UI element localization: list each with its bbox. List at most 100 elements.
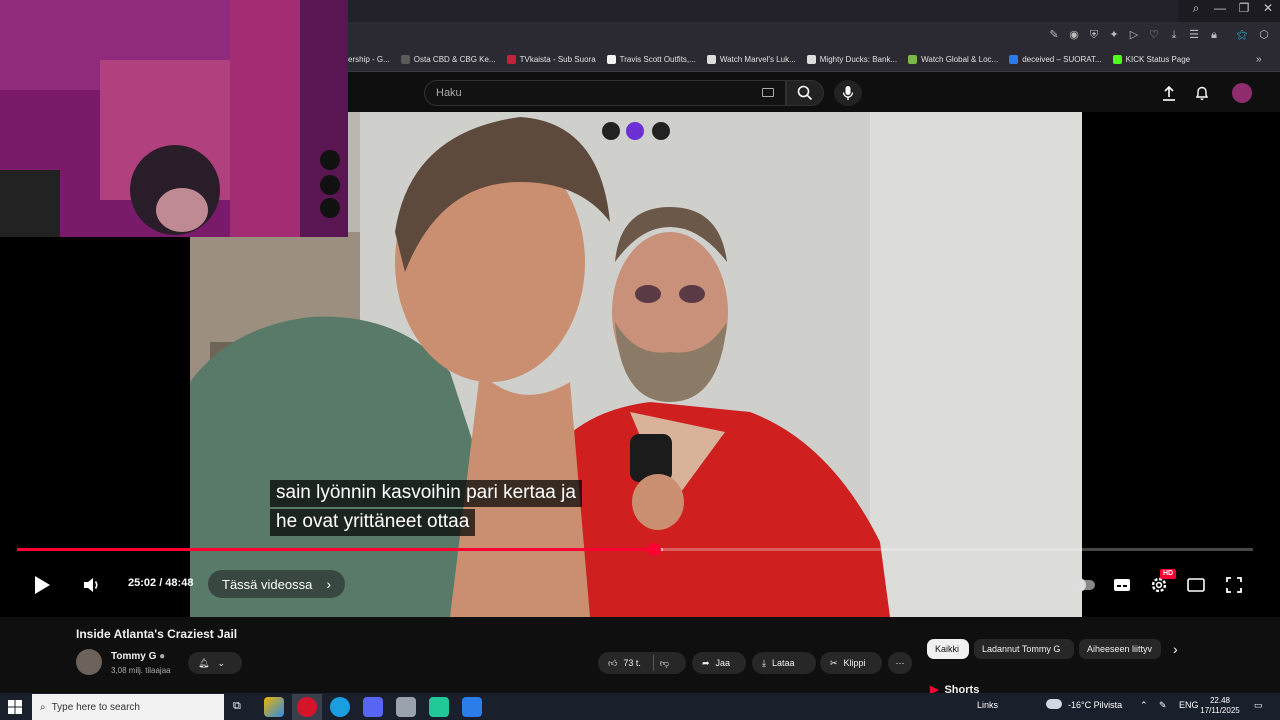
task-view-icon[interactable]: ⧉ <box>233 700 241 713</box>
settings-icon[interactable]: ⬡ <box>1256 27 1272 43</box>
tray-overflow-icon[interactable]: ⌃ <box>1140 700 1148 711</box>
extension-brand-icon[interactable]: ⚝ <box>1234 27 1250 43</box>
bookmark-favicon-icon <box>806 55 816 64</box>
chip-1[interactable]: Ladannut Tommy G <box>974 639 1074 659</box>
fullscreen-button[interactable] <box>1222 573 1246 597</box>
tray-clock[interactable]: 22.48 17/11/2025 <box>1200 696 1240 716</box>
miniplayer-icon[interactable] <box>602 122 620 140</box>
edit-icon[interactable]: ✎ <box>1046 27 1062 43</box>
play-icon[interactable]: ▷ <box>1126 27 1142 43</box>
app-icon-grey[interactable] <box>396 697 416 717</box>
download-label: Lataa <box>771 658 795 668</box>
subtitles-icon <box>1114 579 1130 591</box>
verified-icon: ● <box>159 651 166 662</box>
subscribed-bell-button[interactable]: 🔔︎ ⌄ <box>188 652 242 674</box>
share-icon: ➦ <box>702 657 710 668</box>
tray-time: 22.48 <box>1209 696 1231 705</box>
clip-button[interactable]: ✂ Klippi <box>820 652 882 674</box>
bookmark-favicon-icon <box>506 55 516 64</box>
heart-icon[interactable]: ♡ <box>1146 27 1162 43</box>
bookmark-label: Watch Global & Loc... <box>921 55 999 64</box>
upload-icon[interactable] <box>1160 84 1178 102</box>
chip-0[interactable]: Kaikki <box>927 639 969 659</box>
progress-bar[interactable] <box>17 543 1253 556</box>
skip-forward-icon[interactable] <box>652 122 670 140</box>
bookmark-item[interactable]: deceived – SUORAT... <box>1009 55 1102 64</box>
play-icon <box>35 576 50 594</box>
autoplay-toggle[interactable] <box>1072 573 1096 597</box>
bookmark-favicon-icon <box>400 55 410 64</box>
bookmark-item[interactable]: Osta CBD & CBG Ke... <box>400 55 496 64</box>
hd-badge: HD <box>1160 569 1177 579</box>
play-button[interactable] <box>30 573 54 597</box>
like-button[interactable]: 👍︎ 73 t. 👎︎ <box>598 652 686 674</box>
bookmark-favicon-icon <box>706 55 716 64</box>
ai-ask-icon[interactable] <box>626 122 644 140</box>
progress-scrubber[interactable] <box>647 543 661 556</box>
windows-start-icon[interactable] <box>8 700 22 714</box>
chips-next-icon[interactable]: › <box>1173 641 1178 657</box>
weather-icon <box>1046 699 1062 709</box>
bookmark-label: deceived – SUORAT... <box>1022 55 1102 64</box>
theater-mode-button[interactable] <box>1184 573 1208 597</box>
volume-button[interactable] <box>80 573 104 597</box>
video-title: Inside Atlanta's Craziest Jail <box>76 627 238 641</box>
tray-date: 17/11/2025 <box>1200 706 1240 715</box>
extension-icon[interactable]: ✦ <box>1106 27 1122 43</box>
opera-app-icon[interactable] <box>297 697 317 717</box>
tray-language[interactable]: ENG <box>1179 700 1199 710</box>
lock-icon[interactable]: 🔒︎ <box>1206 27 1222 43</box>
notifications-icon[interactable]: ▭ <box>1254 700 1263 711</box>
app-icon-blue[interactable] <box>462 697 482 717</box>
account-avatar[interactable] <box>1232 83 1252 103</box>
fullscreen-icon <box>1226 577 1242 593</box>
channel-name[interactable]: Tommy G ● <box>111 651 165 662</box>
tray-pen-icon[interactable]: ✎ <box>1159 700 1167 711</box>
bookmark-item[interactable]: Travis Scott Outfits,... <box>606 55 696 64</box>
thumbs-down-icon[interactable]: 👎︎ <box>660 658 669 669</box>
bookmarks-overflow-icon[interactable]: » <box>1256 54 1262 65</box>
clip-label: Klippi <box>843 658 866 668</box>
camera-icon[interactable]: ◉ <box>1066 27 1082 43</box>
scissors-icon: ✂ <box>830 657 838 668</box>
copilot-app-icon[interactable] <box>264 697 284 717</box>
bookmark-item[interactable]: Watch Marvel's Luk... <box>706 55 796 64</box>
bookmark-item[interactable]: Mighty Ducks: Bank... <box>806 55 897 64</box>
menu-icon[interactable]: ☰ <box>1186 27 1202 43</box>
notifications-bell-icon[interactable] <box>1193 84 1211 102</box>
captions: sain lyönnin kasvoihin pari kertaa ja he… <box>270 480 582 536</box>
bookmark-item[interactable]: Watch Global & Loc... <box>908 55 998 64</box>
chip-2[interactable]: Aiheeseen liittyv <box>1079 639 1161 659</box>
shield-icon[interactable]: ⛨ <box>1086 27 1102 43</box>
restore-icon[interactable]: ❐ <box>1232 0 1256 16</box>
subtitles-button[interactable] <box>1110 573 1134 597</box>
bookmark-favicon-icon <box>606 55 616 64</box>
app-icon-green[interactable] <box>429 697 449 717</box>
taskbar-search[interactable]: ⌕ Type here to search <box>32 694 224 720</box>
search-input[interactable]: Haku <box>424 80 786 106</box>
more-actions-button[interactable]: ⋯ <box>888 652 912 674</box>
download-icon[interactable]: ⤓ <box>1166 27 1182 43</box>
bookmark-item[interactable]: TVkaista - Sub Suora <box>506 55 596 64</box>
share-button[interactable]: ➦ Jaa <box>692 652 746 674</box>
edge-app-icon[interactable] <box>330 697 350 717</box>
bookmark-item[interactable]: ership - G... <box>348 55 390 64</box>
tray-links[interactable]: Links <box>977 700 998 710</box>
keyboard-icon[interactable] <box>762 88 774 97</box>
minimize-icon[interactable]: — <box>1208 0 1232 16</box>
search-tabs-icon[interactable]: ⌕ <box>1184 0 1208 16</box>
browser-tab-strip[interactable] <box>348 0 1178 22</box>
voice-search-button[interactable] <box>834 80 862 106</box>
tray-weather[interactable]: -16°C Pilvista <box>1068 700 1122 710</box>
discord-app-icon[interactable] <box>363 697 383 717</box>
theater-icon <box>1187 578 1205 592</box>
chevron-right-icon: › <box>326 576 331 592</box>
search-icon: ⌕ <box>40 701 46 713</box>
search-button[interactable] <box>786 80 824 106</box>
close-icon[interactable]: ✕ <box>1256 0 1280 16</box>
channel-avatar[interactable] <box>76 649 102 675</box>
download-button[interactable]: ⤓ Lataa <box>752 652 816 674</box>
bookmark-item[interactable]: KICK Status Page <box>1112 55 1190 64</box>
chapter-button[interactable]: Tässä videossa › <box>208 570 345 598</box>
bookmark-favicon-icon <box>908 55 918 64</box>
